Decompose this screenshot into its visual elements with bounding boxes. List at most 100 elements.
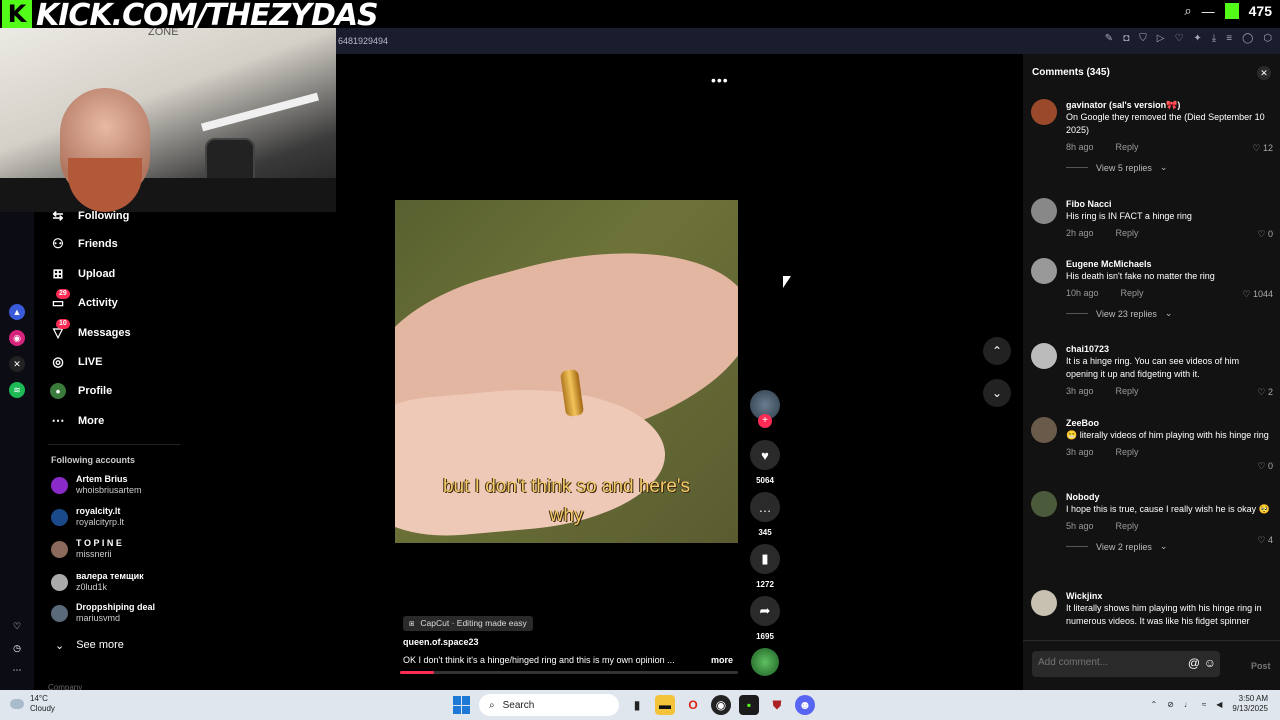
sidebar-item-activity[interactable]: ▭ 29 Activity [50, 289, 118, 311]
url-text[interactable]: 6481929494 [338, 36, 388, 46]
file-explorer-icon[interactable]: ▬ [655, 695, 675, 715]
sidebar-item-live[interactable]: ◎ LIVE [50, 354, 102, 370]
save-action[interactable]: ▮ 1272 [748, 544, 782, 589]
like-action[interactable]: ♥ 5064 [748, 440, 782, 485]
reply-button[interactable]: Reply [1121, 288, 1144, 298]
view-replies-button[interactable]: View 23 replies ⌄ [1066, 308, 1273, 319]
network-icon[interactable]: ⊘ [1167, 700, 1174, 709]
view-replies-button[interactable]: View 5 replies ⌄ [1066, 162, 1273, 173]
reply-button[interactable]: Reply [1116, 521, 1139, 531]
mention-icon[interactable]: @ [1188, 656, 1200, 670]
comment-input[interactable] [1032, 651, 1172, 674]
reply-button[interactable]: Reply [1116, 386, 1139, 396]
avatar[interactable] [1031, 491, 1057, 517]
avatar[interactable] [1031, 198, 1057, 224]
volume-icon[interactable]: ◀ [1216, 700, 1222, 709]
windows-start-icon[interactable] [453, 696, 471, 714]
previous-video-button[interactable]: ⌃ [983, 337, 1011, 365]
more-dots-icon[interactable]: ⋯ [9, 662, 25, 678]
following-account[interactable]: royalcity.lt royalcityrp.lt [51, 506, 124, 528]
menu-icon[interactable]: ≡ [1226, 33, 1232, 44]
heart-icon[interactable]: ♡ [9, 618, 25, 634]
download-icon[interactable]: ⤓ [1212, 33, 1216, 44]
close-icon[interactable]: ✕ [1257, 66, 1271, 80]
avatar[interactable] [1031, 343, 1057, 369]
comment-action[interactable]: … 345 [748, 492, 782, 537]
emoji-icon[interactable]: ☺ [1204, 656, 1216, 670]
shield-icon[interactable]: ⛉ [1139, 33, 1147, 44]
sidebar-item-upload[interactable]: ⊞ Upload [50, 266, 116, 282]
avatar[interactable] [1031, 99, 1057, 125]
comment-author[interactable]: Eugene McMichaels [1066, 258, 1273, 270]
comment-author[interactable]: chai10723 [1066, 343, 1273, 355]
comment-likes[interactable]: ♡ 1044 [1242, 289, 1273, 300]
more-link[interactable]: more [711, 655, 733, 665]
comment-author[interactable]: gavinator (sal's version🎀) [1066, 99, 1273, 111]
spotify-icon[interactable]: ≋ [9, 382, 25, 398]
sidebar-item-friends[interactable]: ⚇ Friends [50, 236, 118, 252]
chevron-up-icon[interactable]: ⌃ [1150, 700, 1157, 709]
music-disc-icon[interactable] [751, 648, 779, 676]
video-author[interactable]: queen.of.space23 [403, 637, 479, 647]
search-icon[interactable]: ⌕ [1184, 3, 1191, 19]
avatar[interactable] [1031, 417, 1057, 443]
next-video-button[interactable]: ⌄ [983, 379, 1011, 407]
video-more-icon[interactable]: ••• [711, 72, 729, 88]
video-progress-bar[interactable] [400, 671, 738, 674]
arc-icon[interactable]: ▲ [9, 304, 25, 320]
comment-author[interactable]: Wickjinx [1066, 590, 1273, 602]
microphone-icon[interactable]: ♩ [1184, 700, 1192, 709]
task-view-icon[interactable]: ▮ [627, 695, 647, 715]
sidebar-item-more[interactable]: ⋯ More [50, 413, 105, 429]
extensions-icon[interactable]: ✦ [1193, 33, 1201, 44]
comment-author[interactable]: Fibo Nacci [1066, 198, 1273, 210]
profile-icon[interactable]: ◯ [1242, 33, 1253, 44]
following-account[interactable]: Droppshiping deal mariusvmd [51, 602, 155, 624]
following-account[interactable]: T O P I N Emissnerii [51, 538, 122, 560]
reply-button[interactable]: Reply [1116, 228, 1139, 238]
kick-app-icon[interactable]: ▪ [739, 695, 759, 715]
sidebar-item-profile[interactable]: • Profile [50, 383, 112, 399]
wifi-icon[interactable]: ≈ [1202, 700, 1206, 709]
avatar[interactable] [1031, 590, 1057, 616]
see-more-button[interactable]: ⌄ See more [55, 639, 124, 652]
comment-likes[interactable]: ♡ 2 [1257, 387, 1273, 398]
share-icon[interactable]: ➦ [750, 596, 780, 626]
heart-icon[interactable]: ♥ [750, 440, 780, 470]
comment-input-box[interactable]: @ ☺ [1032, 651, 1220, 677]
clock[interactable]: 3:50 AM 9/13/2025 [1232, 694, 1268, 714]
history-icon[interactable]: ◷ [9, 640, 25, 656]
camera-icon[interactable]: ◘ [1123, 33, 1129, 44]
view-replies-button[interactable]: View 2 replies ⌄ [1066, 541, 1273, 552]
instagram-icon[interactable]: ◉ [9, 330, 25, 346]
creator-avatar-group[interactable]: + [748, 390, 782, 428]
comment-likes[interactable]: ♡ 4 [1257, 535, 1273, 546]
weather-widget[interactable]: 14°C Cloudy [10, 694, 55, 714]
discord-icon[interactable]: ☻ [795, 695, 815, 715]
obs-icon[interactable]: ◉ [711, 695, 731, 715]
opera-icon[interactable]: O [683, 695, 703, 715]
reply-button[interactable]: Reply [1116, 447, 1139, 457]
taskbar-search[interactable]: ⌕ Search [479, 694, 619, 716]
sidebar-item-following[interactable]: ⇆ Following [50, 208, 130, 224]
video-player[interactable]: but I don't think so and here's why [395, 200, 738, 543]
avatar[interactable] [1031, 258, 1057, 284]
comment-author[interactable]: Nobody [1066, 491, 1273, 503]
sidebar-item-messages[interactable]: ▽ 10 Messages [50, 319, 131, 341]
x-icon[interactable]: ✕ [9, 356, 25, 372]
comment-icon[interactable]: … [750, 492, 780, 522]
game-icon[interactable]: ⛊ [767, 695, 787, 715]
follow-plus-icon[interactable]: + [758, 414, 772, 428]
music-action[interactable] [748, 648, 782, 676]
post-button[interactable]: Post [1251, 661, 1271, 671]
bookmark-icon[interactable]: ▮ [750, 544, 780, 574]
play-icon[interactable]: ▷ [1157, 33, 1165, 44]
capcut-tag[interactable]: ⧆ CapCut · Editing made easy [403, 616, 533, 631]
comment-author[interactable]: ZeeBoo [1066, 417, 1273, 429]
share-action[interactable]: ➦ 1695 [748, 596, 782, 641]
settings-icon[interactable]: ⬡ [1263, 33, 1272, 44]
edit-icon[interactable]: ✎ [1105, 33, 1113, 44]
following-account[interactable]: Artem Brius whoisbriusartem [51, 474, 142, 496]
heart-icon[interactable]: ♡ [1174, 33, 1183, 44]
minimize-icon[interactable]: — [1202, 4, 1215, 19]
